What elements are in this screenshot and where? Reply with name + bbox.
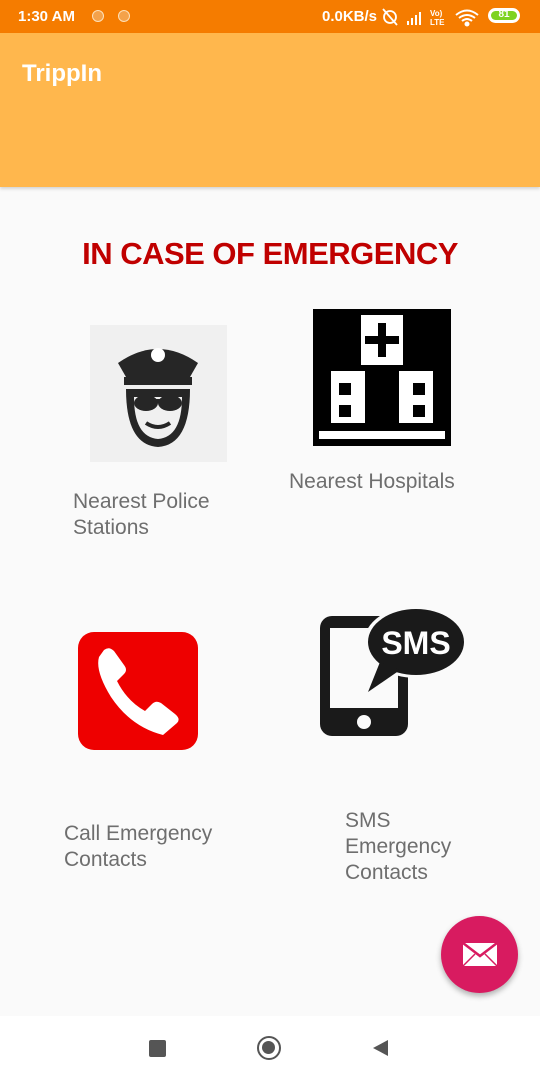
sms-contacts-button[interactable]: SMS xyxy=(316,602,468,738)
sms-contacts-label: SMS Emergency Contacts xyxy=(345,809,452,884)
mail-icon xyxy=(462,942,498,967)
battery-icon: 81 xyxy=(488,8,520,23)
status-time: 1:30 AM xyxy=(18,8,75,25)
recent-apps-button[interactable] xyxy=(149,1040,166,1057)
status-bar: 1:30 AM 0.0KB/s Vo) LTE 81 xyxy=(0,0,540,33)
call-contacts-button[interactable] xyxy=(77,631,199,751)
svg-text:Vo): Vo) xyxy=(430,9,443,18)
police-stations-button[interactable] xyxy=(90,325,227,462)
system-nav-bar xyxy=(0,1016,540,1080)
app-bar: TrippIn xyxy=(0,33,540,187)
notification-dot-icon xyxy=(118,10,130,22)
back-button[interactable] xyxy=(370,1038,390,1058)
status-icons: Vo)LTE xyxy=(382,8,479,27)
hospitals-label: Nearest Hospitals xyxy=(289,470,455,493)
svg-text:LTE: LTE xyxy=(430,18,445,27)
hospital-icon xyxy=(319,315,445,439)
alarm-off-icon xyxy=(382,8,398,26)
network-speed: 0.0KB/s xyxy=(322,8,378,25)
call-contacts-label: Call Emergency Contacts xyxy=(64,822,213,871)
police-stations-label: Nearest Police Stations xyxy=(73,490,210,539)
notification-dot-icon xyxy=(92,10,104,22)
signal-icon xyxy=(407,12,421,25)
sms-phone-icon: SMS xyxy=(320,606,468,736)
wifi-icon xyxy=(455,9,479,27)
sms-badge-text: SMS xyxy=(381,625,450,661)
phone-call-icon xyxy=(78,632,198,750)
emergency-heading: IN CASE OF EMERGENCY xyxy=(82,236,458,271)
police-officer-icon xyxy=(118,348,198,447)
battery-level: 81 xyxy=(498,9,510,20)
home-button[interactable] xyxy=(257,1036,281,1060)
volte-icon: Vo)LTE xyxy=(430,9,445,27)
hospitals-button[interactable] xyxy=(313,309,451,446)
app-title: TrippIn xyxy=(22,60,102,87)
compose-mail-fab[interactable] xyxy=(441,916,518,993)
